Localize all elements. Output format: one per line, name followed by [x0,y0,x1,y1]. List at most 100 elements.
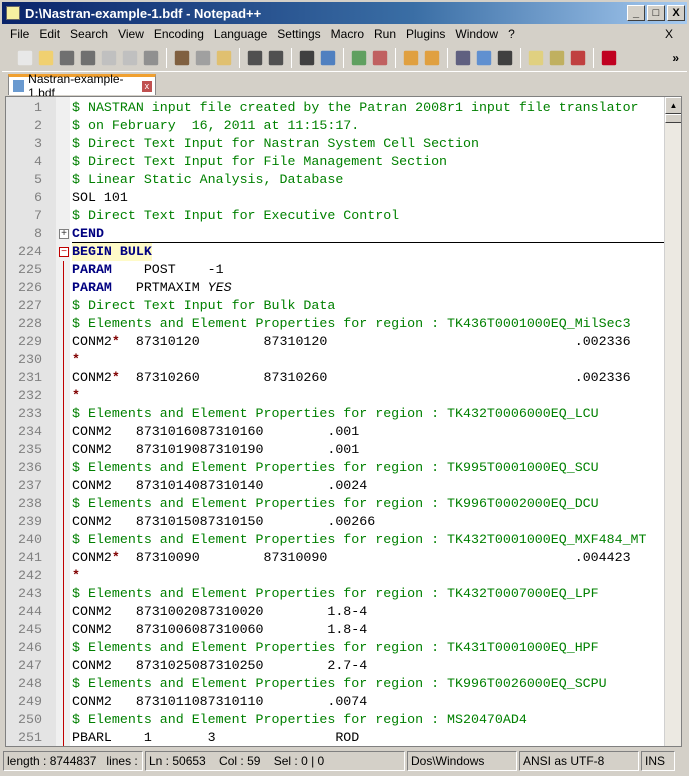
close-button[interactable]: X [667,5,685,21]
comment-text: $ Elements and Element Properties for re… [72,406,599,421]
sync-v-icon[interactable] [403,50,419,65]
code-line[interactable]: 230 * [6,351,666,369]
show-all-chars-icon[interactable] [476,50,492,65]
function-list-icon[interactable] [570,50,586,65]
menu-help[interactable]: ? [504,27,521,41]
code-line[interactable]: 251 PBARL 1 3 ROD [6,729,666,746]
code-line[interactable]: 227 $ Direct Text Input for Bulk Data [6,297,666,315]
comment-text: $ Direct Text Input for File Management … [72,154,448,169]
code-line[interactable]: 240 $ Elements and Element Properties for… [6,531,666,549]
menu-window[interactable]: Window [451,27,504,41]
code-line[interactable]: 5 $ Linear Static Analysis, Database [6,171,666,189]
code-line[interactable]: 229 CONM2 * 87310120 87310120 .002336 [6,333,666,351]
code-line[interactable]: 236 $ Elements and Element Properties for… [6,459,666,477]
code-line[interactable]: 239 CONM2 8731015087310150 .00266 [6,513,666,531]
code-line[interactable]: 8 + CEND [6,225,666,243]
menu-language[interactable]: Language [210,27,273,41]
fold-collapse-icon[interactable]: − [59,247,69,257]
doc-map-icon[interactable] [549,50,565,65]
tab-nastran-example[interactable]: Nastran-example-1.bdf x [8,72,156,100]
code-text: CONM2 8731014087310140 .0024 [72,478,368,493]
maximize-button[interactable]: □ [647,5,665,21]
code-line[interactable]: 7 $ Direct Text Input for Executive Contr… [6,207,666,225]
code-line[interactable]: 235 CONM2 8731019087310190 .001 [6,441,666,459]
zoom-in-icon[interactable] [351,50,367,65]
menu-edit[interactable]: Edit [35,27,66,41]
code-text: 87310260 87310260 .002336 [119,370,631,385]
toolbar-separator [239,47,240,68]
user-lang-icon[interactable] [528,50,544,65]
minimize-button[interactable]: _ [627,5,645,21]
save-all-icon[interactable] [80,50,96,65]
zoom-out-icon[interactable] [372,50,388,65]
scroll-thumb[interactable] [665,114,681,123]
tab-close-icon[interactable]: x [141,80,152,92]
paste-icon[interactable] [216,50,232,65]
code-line[interactable]: 243 $ Elements and Element Properties for… [6,585,666,603]
code-line[interactable]: 225 PARAM POST -1 [6,261,666,279]
open-file-icon[interactable] [38,50,54,65]
menu-view[interactable]: View [114,27,150,41]
code-line[interactable]: 247 CONM2 8731025087310250 2.7-4 [6,657,666,675]
menu-search[interactable]: Search [66,27,114,41]
code-line[interactable]: 250 $ Elements and Element Properties for… [6,711,666,729]
menu-file[interactable]: File [6,27,35,41]
code-line[interactable]: 233 $ Elements and Element Properties for… [6,405,666,423]
find-icon[interactable] [299,50,315,65]
menu-macro[interactable]: Macro [327,27,370,41]
code-line[interactable]: 246 $ Elements and Element Properties for… [6,639,666,657]
line-number: 228 [18,316,42,331]
cut-icon[interactable] [174,50,190,65]
save-icon[interactable] [59,50,75,65]
scroll-up-arrow-icon[interactable]: ▲ [665,97,681,114]
record-macro-icon[interactable] [601,50,617,65]
code-line[interactable]: 226 PARAM PRTMAXIM YES [6,279,666,297]
menu-encoding[interactable]: Encoding [150,27,210,41]
vertical-scrollbar[interactable]: ▲ [664,97,681,746]
status-insert-mode: INS [641,751,675,771]
new-file-icon[interactable] [17,50,33,65]
code-line[interactable]: 224 − BEGIN BULK [6,243,666,261]
indent-guide-icon[interactable] [497,50,513,65]
editor-lines: 1 $ NASTRAN input file created by the Pat… [6,99,666,746]
menu-plugins[interactable]: Plugins [402,27,451,41]
menu-run[interactable]: Run [370,27,402,41]
code-line[interactable]: 238 $ Elements and Element Properties for… [6,495,666,513]
code-line[interactable]: 3 $ Direct Text Input for Nastran System … [6,135,666,153]
copy-icon[interactable] [195,50,211,65]
toolbar-overflow-icon[interactable]: » [672,51,679,65]
close-document-button[interactable]: X [661,27,679,41]
code-text: CONM2 8731015087310150 .00266 [72,514,376,529]
fold-line [63,549,64,567]
code-line[interactable]: 232 * [6,387,666,405]
code-line[interactable]: 2 $ on February 16, 2011 at 11:15:17. [6,117,666,135]
word-wrap-icon[interactable] [455,50,471,65]
fold-line [63,531,64,549]
code-line[interactable]: 228 $ Elements and Element Properties for… [6,315,666,333]
replace-icon[interactable] [320,50,336,65]
code-line[interactable]: 244 CONM2 8731002087310020 1.8-4 [6,603,666,621]
code-line[interactable]: 245 CONM2 8731006087310060 1.8-4 [6,621,666,639]
close-icon[interactable] [101,50,117,65]
code-line[interactable]: 234 CONM2 8731016087310160 .001 [6,423,666,441]
undo-icon[interactable] [247,50,263,65]
code-line[interactable]: 248 $ Elements and Element Properties for… [6,675,666,693]
redo-icon[interactable] [268,50,284,65]
menu-settings[interactable]: Settings [273,27,326,41]
code-line[interactable]: 237 CONM2 8731014087310140 .0024 [6,477,666,495]
code-line[interactable]: 249 CONM2 8731011087310110 .0074 [6,693,666,711]
text-editor[interactable]: 1 $ NASTRAN input file created by the Pat… [5,96,682,747]
code-line[interactable]: 241 CONM2 * 87310090 87310090 .004423 [6,549,666,567]
line-number: 244 [18,604,42,619]
code-line[interactable]: 4 $ Direct Text Input for File Management… [6,153,666,171]
keyword-text: CEND [72,226,104,241]
print-icon[interactable] [143,50,159,65]
code-line[interactable]: 242 * [6,567,666,585]
close-all-icon[interactable] [122,50,138,65]
fold-line [63,693,64,711]
code-line[interactable]: 6 SOL 101 [6,189,666,207]
code-line[interactable]: 231 CONM2 * 87310260 87310260 .002336 [6,369,666,387]
fold-expand-icon[interactable]: + [59,229,69,239]
sync-h-icon[interactable] [424,50,440,65]
code-line[interactable]: 1 $ NASTRAN input file created by the Pat… [6,99,666,117]
